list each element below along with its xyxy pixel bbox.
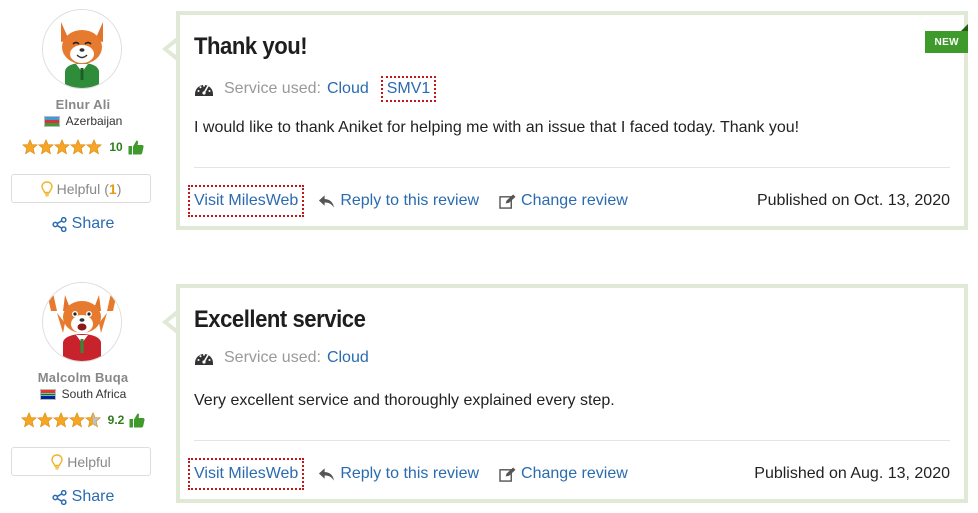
review-item: Elnur Ali Azerbaijan 10 Helpful (1) Shar… [0, 0, 978, 240]
azerbaijan-flag-icon [43, 115, 60, 127]
reply-icon [318, 467, 335, 482]
review-actions: Visit MilesWeb Reply to this review Chan… [188, 184, 950, 218]
service-link[interactable]: Cloud [327, 80, 369, 98]
review-text: Very excellent service and thoroughly ex… [194, 392, 615, 409]
service-used: Service used: Cloud [194, 349, 369, 367]
helpful-count-wrap: (1) [104, 181, 121, 197]
service-used: Service used: Cloud SMV1 [194, 76, 437, 102]
lightbulb-icon [51, 454, 63, 470]
service-label: Service used: [224, 80, 321, 97]
review-card: NEW Thank you! Service used: Cloud SMV1 … [176, 11, 968, 230]
thumbs-up-icon [129, 412, 145, 428]
visit-milesweb-link[interactable]: Visit MilesWeb [188, 458, 305, 490]
rating-score: 10 [109, 140, 123, 154]
helpful-label: Helpful [67, 453, 111, 470]
star-rating [21, 412, 101, 428]
share-link[interactable]: Share [0, 215, 166, 233]
change-review-link[interactable]: Change review [499, 192, 628, 210]
review-card: Excellent service Service used: Cloud Ve… [176, 284, 968, 503]
helpful-count: 1 [108, 180, 117, 197]
review-actions: Visit MilesWeb Reply to this review Chan… [188, 457, 950, 491]
south-africa-flag-icon [39, 388, 56, 400]
lightbulb-icon [41, 181, 53, 197]
review-text: I would like to thank Aniket for helping… [194, 119, 800, 136]
author-country: Azerbaijan [0, 114, 166, 128]
reply-icon [318, 194, 335, 209]
divider [194, 440, 950, 441]
change-review-link[interactable]: Change review [499, 465, 628, 483]
star-icon [70, 139, 86, 155]
share-label: Share [71, 215, 115, 232]
review-title: Thank you! [194, 33, 308, 60]
rating-score: 9.2 [107, 413, 125, 427]
reply-link[interactable]: Reply to this review [318, 192, 479, 210]
star-icon [69, 412, 85, 428]
star-icon [54, 139, 70, 155]
star-icon [86, 139, 102, 155]
star-half-icon [85, 412, 101, 428]
visit-milesweb-link[interactable]: Visit MilesWeb [188, 185, 305, 217]
share-link[interactable]: Share [0, 488, 166, 506]
service-label: Service used: [224, 349, 321, 366]
dashboard-gauge-icon [194, 350, 214, 366]
star-icon [22, 139, 38, 155]
reply-label: Reply to this review [340, 465, 480, 482]
star-icon [38, 139, 54, 155]
star-icon [21, 412, 37, 428]
helpful-button[interactable]: Helpful [11, 447, 151, 476]
author-rating: 10 [0, 139, 166, 155]
author-rating: 9.2 [0, 412, 166, 428]
service-link[interactable]: Cloud [327, 349, 369, 367]
country-name: South Africa [61, 387, 127, 401]
published-date: Published on Aug. 13, 2020 [754, 465, 950, 482]
thumbs-up-icon [128, 139, 144, 155]
published-date: Published on Oct. 13, 2020 [756, 192, 950, 209]
share-label: Share [71, 488, 115, 505]
author-country: South Africa [0, 387, 166, 401]
star-icon [53, 412, 69, 428]
change-label: Change review [521, 465, 628, 482]
review-item: Malcolm Buqa South Africa 9.2 Helpful Sh… [0, 273, 978, 513]
helpful-button[interactable]: Helpful (1) [11, 174, 151, 203]
helpful-close-paren: ) [116, 180, 122, 197]
service-plan-link[interactable]: SMV1 [380, 76, 437, 102]
helpful-label: Helpful [56, 180, 101, 197]
fox-avatar-cheering-icon[interactable] [42, 282, 122, 362]
fox-avatar-smiling-icon[interactable] [42, 9, 122, 89]
star-rating [22, 139, 102, 155]
author-name[interactable]: Malcolm Buqa [0, 370, 166, 385]
review-title: Excellent service [194, 306, 366, 333]
new-badge: NEW [925, 31, 968, 53]
divider [194, 167, 950, 168]
star-icon [37, 412, 53, 428]
edit-icon [499, 467, 516, 482]
country-name: Azerbaijan [65, 114, 123, 128]
share-icon [52, 490, 67, 505]
author-name[interactable]: Elnur Ali [0, 97, 166, 112]
change-label: Change review [521, 192, 628, 209]
reply-label: Reply to this review [340, 192, 480, 209]
edit-icon [499, 194, 516, 209]
dashboard-gauge-icon [194, 81, 214, 97]
share-icon [52, 217, 67, 232]
badge-fold [961, 24, 968, 31]
reply-link[interactable]: Reply to this review [318, 465, 479, 483]
